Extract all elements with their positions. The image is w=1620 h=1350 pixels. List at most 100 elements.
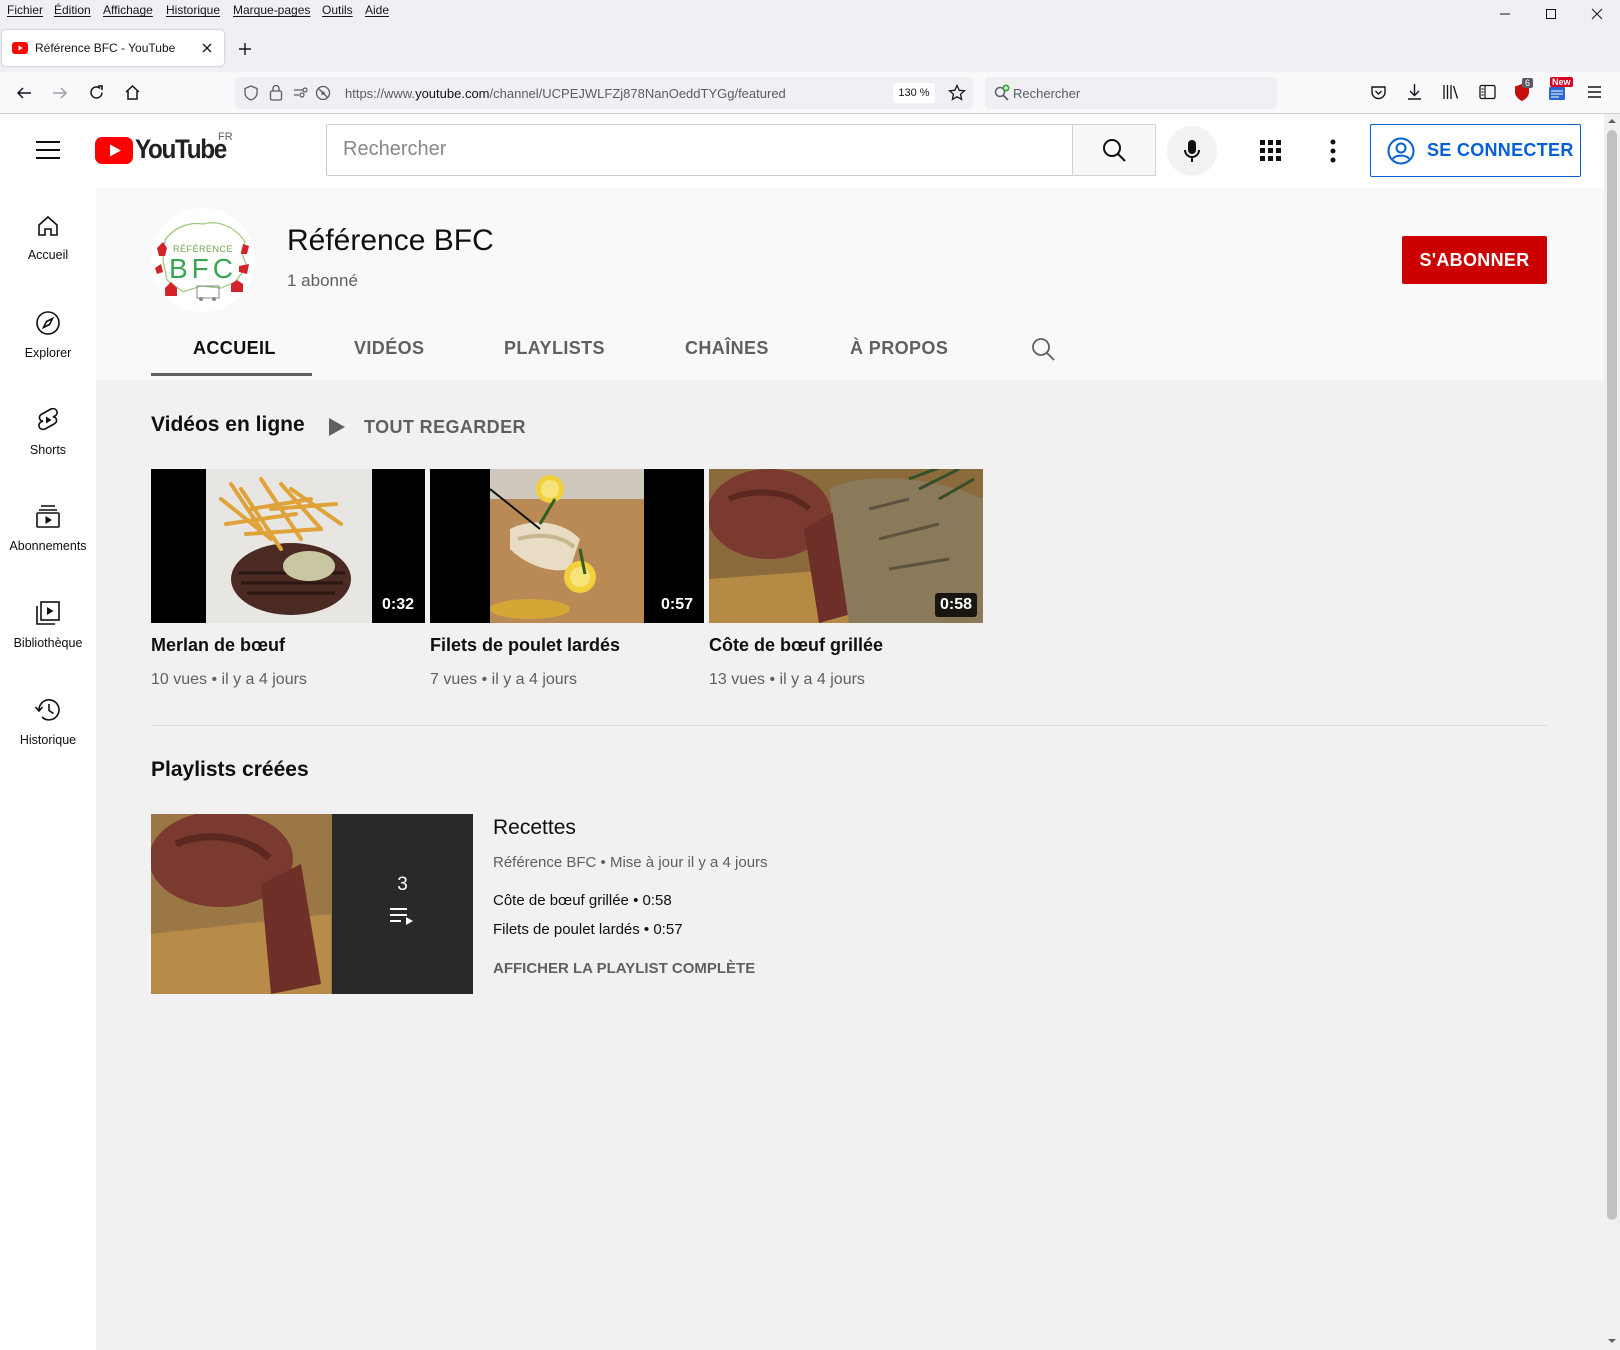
sidebar-item-label: Explorer [24, 346, 72, 360]
sidebar-item-historique[interactable]: Historique [0, 671, 96, 761]
tab-playlists[interactable]: PLAYLISTS [504, 338, 605, 359]
page-scrollbar[interactable] [1604, 114, 1620, 1350]
sidebar-item-explorer[interactable]: Explorer [0, 284, 96, 374]
url-text[interactable]: https://www.youtube.com/channel/UCPEJWLF… [345, 86, 786, 101]
upload-age: il y a 4 jours [779, 671, 865, 688]
section-title-playlists: Playlists créées [151, 758, 309, 781]
youtube-search-input[interactable]: Rechercher [326, 124, 1072, 176]
back-arrow-icon[interactable] [16, 85, 32, 101]
channel-search-icon[interactable] [1030, 336, 1056, 362]
play-all-button[interactable]: TOUT REGARDER [328, 413, 526, 441]
tab-strip: Référence BFC - YouTube [0, 22, 1620, 72]
menu-fichier[interactable]: Fichier [7, 3, 43, 17]
ublock-count-badge: 6 [1522, 78, 1534, 88]
view-count: 10 vues [151, 671, 208, 688]
sidebar-item-label: Shorts [29, 443, 67, 457]
library-browser-icon[interactable] [1442, 84, 1459, 100]
browser-search-box[interactable]: Rechercher [985, 77, 1277, 109]
playlist-count-overlay: 3 [332, 814, 473, 994]
video-title-3[interactable]: Côte de bœuf grillée [709, 635, 883, 656]
sign-in-button[interactable]: SE CONNECTER [1370, 124, 1581, 177]
playlist-item-duration: 0:57 [653, 921, 683, 938]
new-badge: New [1550, 77, 1573, 87]
search-icon [1103, 139, 1126, 162]
menu-outils[interactable]: Outils [322, 3, 353, 17]
forward-arrow-icon[interactable] [52, 85, 68, 101]
upload-age: il y a 4 jours [221, 671, 307, 688]
browser-tab[interactable]: Référence BFC - YouTube [2, 30, 224, 66]
playlist-title[interactable]: Recettes [493, 816, 576, 840]
library-icon [36, 601, 60, 625]
video-thumbnail-3[interactable]: 0:58 [709, 469, 983, 623]
compass-icon [36, 311, 60, 335]
tab-videos[interactable]: VIDÉOS [354, 338, 424, 359]
voice-search-button[interactable] [1167, 126, 1217, 176]
menu-affichage[interactable]: Affichage [103, 3, 153, 17]
play-all-label: TOUT REGARDER [364, 416, 526, 437]
channel-logo-text: BFC [169, 253, 237, 284]
playlist-item-duration: 0:58 [642, 892, 672, 909]
menu-marque-pages[interactable]: Marque-pages [233, 3, 310, 17]
tab-chaines[interactable]: CHAÎNES [685, 338, 769, 359]
sidebar-item-bibliotheque[interactable]: Bibliothèque [0, 574, 96, 664]
scrollbar-thumb[interactable] [1607, 130, 1617, 1220]
video-thumbnail-2[interactable]: 0:57 [430, 469, 704, 623]
reload-icon[interactable] [88, 84, 105, 101]
scroll-down-arrow-icon[interactable] [1608, 1338, 1616, 1344]
downloads-icon[interactable] [1406, 83, 1423, 101]
playlist-thumbnail[interactable]: 3 [151, 814, 473, 994]
subscribe-button[interactable]: S'ABONNER [1402, 236, 1547, 284]
channel-avatar[interactable]: RÉFÉRENCE BFC [151, 208, 255, 312]
close-window-button[interactable] [1574, 0, 1620, 28]
video-title-1[interactable]: Merlan de bœuf [151, 635, 285, 656]
section-divider [151, 725, 1547, 726]
bookmark-star-icon[interactable] [948, 84, 966, 102]
video-title-2[interactable]: Filets de poulet lardés [430, 635, 620, 656]
view-count: 7 vues [430, 671, 478, 688]
hamburger-menu-icon[interactable] [1587, 85, 1602, 99]
more-options-icon[interactable] [1330, 139, 1336, 163]
menu-edition[interactable]: Édition [54, 3, 91, 17]
channel-name: Référence BFC [287, 224, 494, 257]
tab-a-propos[interactable]: À PROPOS [850, 338, 948, 359]
scroll-up-arrow-icon[interactable] [1608, 118, 1616, 124]
sidebar-item-label: Bibliothèque [13, 636, 83, 650]
playlist-meta: Référence BFC • Mise à jour il y a 4 jou… [493, 854, 768, 871]
apps-grid-icon[interactable] [1260, 140, 1282, 162]
video-meta-1: 10 vues • il y a 4 jours [151, 671, 307, 688]
play-icon [329, 418, 345, 436]
permissions-icon[interactable] [293, 86, 309, 100]
tab-title: Référence BFC - YouTube [35, 41, 176, 55]
view-full-playlist-link[interactable]: AFFICHER LA PLAYLIST COMPLÈTE [493, 960, 755, 977]
sidebar-toggle-icon[interactable] [1479, 84, 1496, 100]
shield-icon[interactable] [243, 85, 259, 101]
playlist-item[interactable]: Filets de poulet lardés • 0:57 [493, 921, 683, 938]
zoom-level-button[interactable]: 130 % [893, 83, 935, 103]
sidebar-item-shorts[interactable]: Shorts [0, 381, 96, 471]
home-browser-icon[interactable] [124, 84, 141, 101]
tab-accueil[interactable]: ACCUEIL [193, 338, 276, 359]
history-icon [34, 699, 60, 721]
playlist-owner[interactable]: Référence BFC [493, 854, 596, 871]
url-bar[interactable]: https://www.youtube.com/channel/UCPEJWLF… [235, 77, 973, 109]
playlist-item[interactable]: Côte de bœuf grillée • 0:58 [493, 892, 672, 909]
search-engine-icon [994, 84, 1010, 101]
close-tab-icon[interactable] [202, 43, 212, 53]
sidebar-item-accueil[interactable]: Accueil [0, 188, 96, 278]
minimize-button[interactable] [1482, 0, 1528, 28]
menu-historique[interactable]: Historique [166, 3, 220, 17]
menu-aide[interactable]: Aide [365, 3, 389, 17]
video-thumbnail-1[interactable]: 0:32 [151, 469, 425, 623]
youtube-search-button[interactable] [1072, 124, 1156, 176]
sidebar-item-abonnements[interactable]: Abonnements [0, 477, 96, 567]
region-code: FR [218, 131, 233, 143]
maximize-button[interactable] [1528, 0, 1574, 28]
guide-menu-icon[interactable] [36, 141, 60, 159]
pocket-icon[interactable] [1370, 84, 1387, 101]
subscriptions-icon [36, 505, 60, 528]
url-domain: youtube.com [415, 86, 490, 101]
playlist-updated: Mise à jour il y a 4 jours [609, 854, 768, 871]
autoplay-blocked-icon[interactable] [315, 85, 331, 101]
new-tab-icon[interactable] [238, 42, 252, 56]
lock-icon[interactable] [269, 84, 283, 101]
